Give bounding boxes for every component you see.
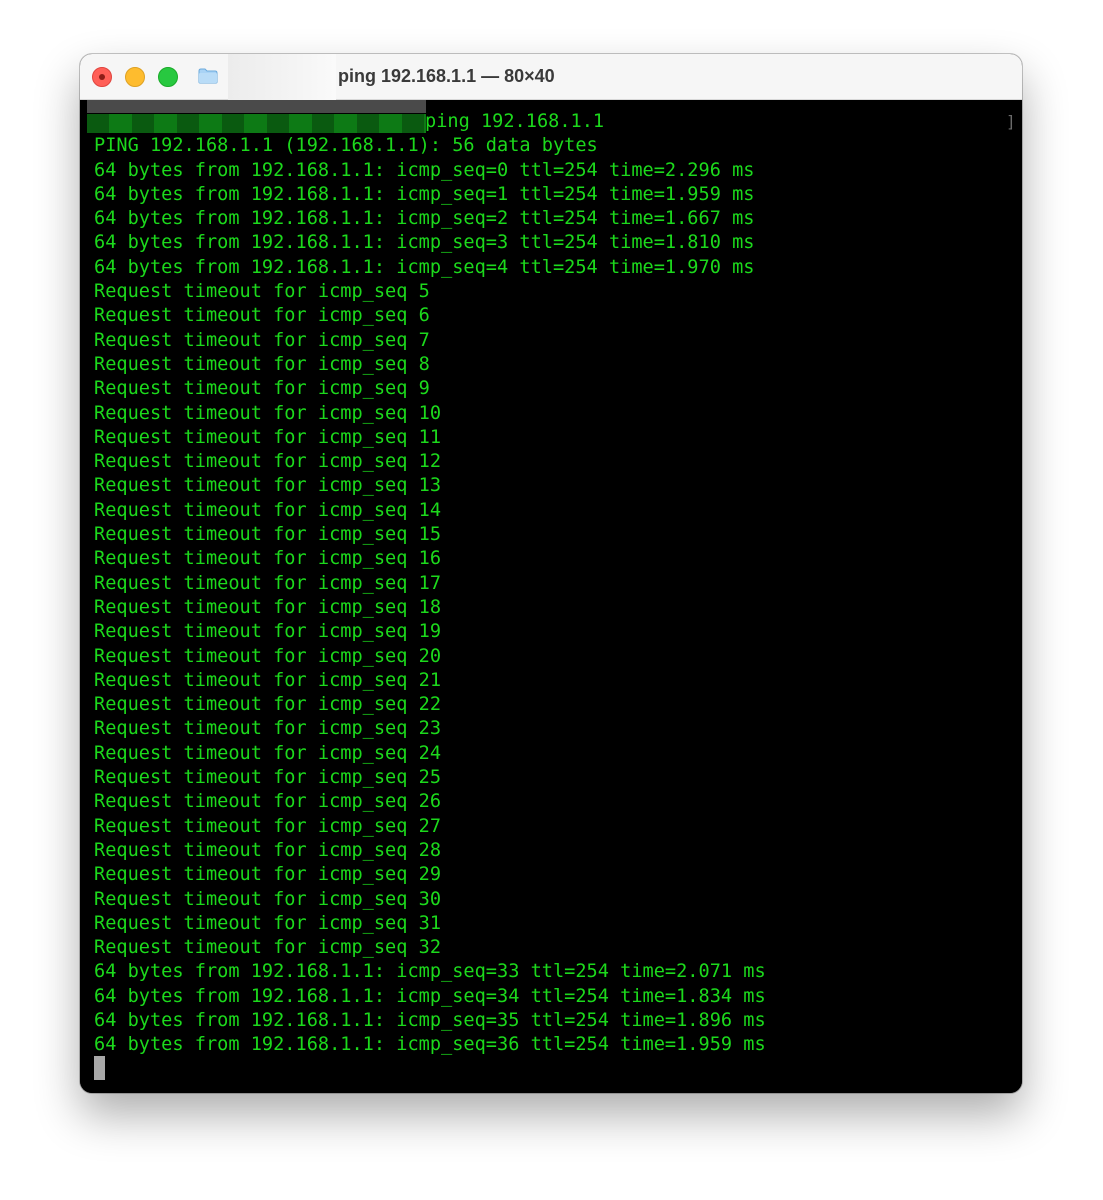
minimize-button[interactable] <box>125 67 145 87</box>
output-line: Request timeout for icmp_seq 12 <box>94 451 442 473</box>
output-line: Request timeout for icmp_seq 10 <box>94 402 442 424</box>
output-line: Request timeout for icmp_seq 16 <box>94 548 442 570</box>
output-line: Request timeout for icmp_seq 26 <box>94 791 442 813</box>
output-line: Request timeout for icmp_seq 18 <box>94 596 442 618</box>
output-line: 64 bytes from 192.168.1.1: icmp_seq=4 tt… <box>94 256 755 278</box>
output-line: Request timeout for icmp_seq 8 <box>94 353 430 375</box>
window-title: ping 192.168.1.1 — 80×40 <box>338 66 555 86</box>
output-line: 64 bytes from 192.168.1.1: icmp_seq=33 t… <box>94 961 766 983</box>
title-bar[interactable]: ping 192.168.1.1 — 80×40 <box>80 54 1022 100</box>
output-line: 64 bytes from 192.168.1.1: icmp_seq=2 tt… <box>94 208 755 230</box>
output-line: Request timeout for icmp_seq 15 <box>94 524 442 546</box>
terminal-content[interactable]: ] ping 192.168.1.1 PING 192.168.1.1 (192… <box>80 100 1022 1093</box>
output-line: Request timeout for icmp_seq 17 <box>94 572 442 594</box>
output-line: Request timeout for icmp_seq 23 <box>94 718 442 740</box>
output-line: 64 bytes from 192.168.1.1: icmp_seq=35 t… <box>94 1009 766 1031</box>
terminal-window: ping 192.168.1.1 — 80×40 ] ping 192.168.… <box>80 54 1022 1093</box>
output-line: Request timeout for icmp_seq 29 <box>94 864 442 886</box>
output-line: Request timeout for icmp_seq 6 <box>94 305 430 327</box>
output-line: Request timeout for icmp_seq 11 <box>94 426 442 448</box>
output-line: Request timeout for icmp_seq 25 <box>94 767 442 789</box>
output-line: 64 bytes from 192.168.1.1: icmp_seq=1 tt… <box>94 183 755 205</box>
output-line: PING 192.168.1.1 (192.168.1.1): 56 data … <box>94 135 598 157</box>
output-line: Request timeout for icmp_seq 5 <box>94 281 430 303</box>
maximize-button[interactable] <box>158 67 178 87</box>
output-line: Request timeout for icmp_seq 30 <box>94 888 442 910</box>
output-line: 64 bytes from 192.168.1.1: icmp_seq=36 t… <box>94 1034 766 1056</box>
folder-icon <box>198 68 218 84</box>
output-line: Request timeout for icmp_seq 27 <box>94 815 442 837</box>
output-line: 64 bytes from 192.168.1.1: icmp_seq=34 t… <box>94 985 766 1007</box>
command-line: ping 192.168.1.1 <box>425 111 605 132</box>
terminal-output: ping 192.168.1.1 PING 192.168.1.1 (192.1… <box>94 110 766 1058</box>
close-dot-icon <box>99 74 105 80</box>
output-line: Request timeout for icmp_seq 21 <box>94 669 442 691</box>
output-line: Request timeout for icmp_seq 22 <box>94 694 442 716</box>
output-line: Request timeout for icmp_seq 19 <box>94 621 442 643</box>
output-line: Request timeout for icmp_seq 28 <box>94 839 442 861</box>
output-line: Request timeout for icmp_seq 13 <box>94 475 442 497</box>
output-line: 64 bytes from 192.168.1.1: icmp_seq=0 tt… <box>94 159 755 181</box>
block-cursor <box>94 1056 105 1080</box>
redacted-region <box>228 54 336 100</box>
output-line: Request timeout for icmp_seq 20 <box>94 645 442 667</box>
scroll-marker: ] <box>1006 112 1016 131</box>
output-line: Request timeout for icmp_seq 7 <box>94 329 430 351</box>
output-line: Request timeout for icmp_seq 9 <box>94 378 430 400</box>
output-line: Request timeout for icmp_seq 32 <box>94 937 442 959</box>
output-line: Request timeout for icmp_seq 14 <box>94 499 442 521</box>
output-line: Request timeout for icmp_seq 31 <box>94 912 442 934</box>
close-button[interactable] <box>92 67 112 87</box>
output-line: 64 bytes from 192.168.1.1: icmp_seq=3 tt… <box>94 232 755 254</box>
output-line: Request timeout for icmp_seq 24 <box>94 742 442 764</box>
